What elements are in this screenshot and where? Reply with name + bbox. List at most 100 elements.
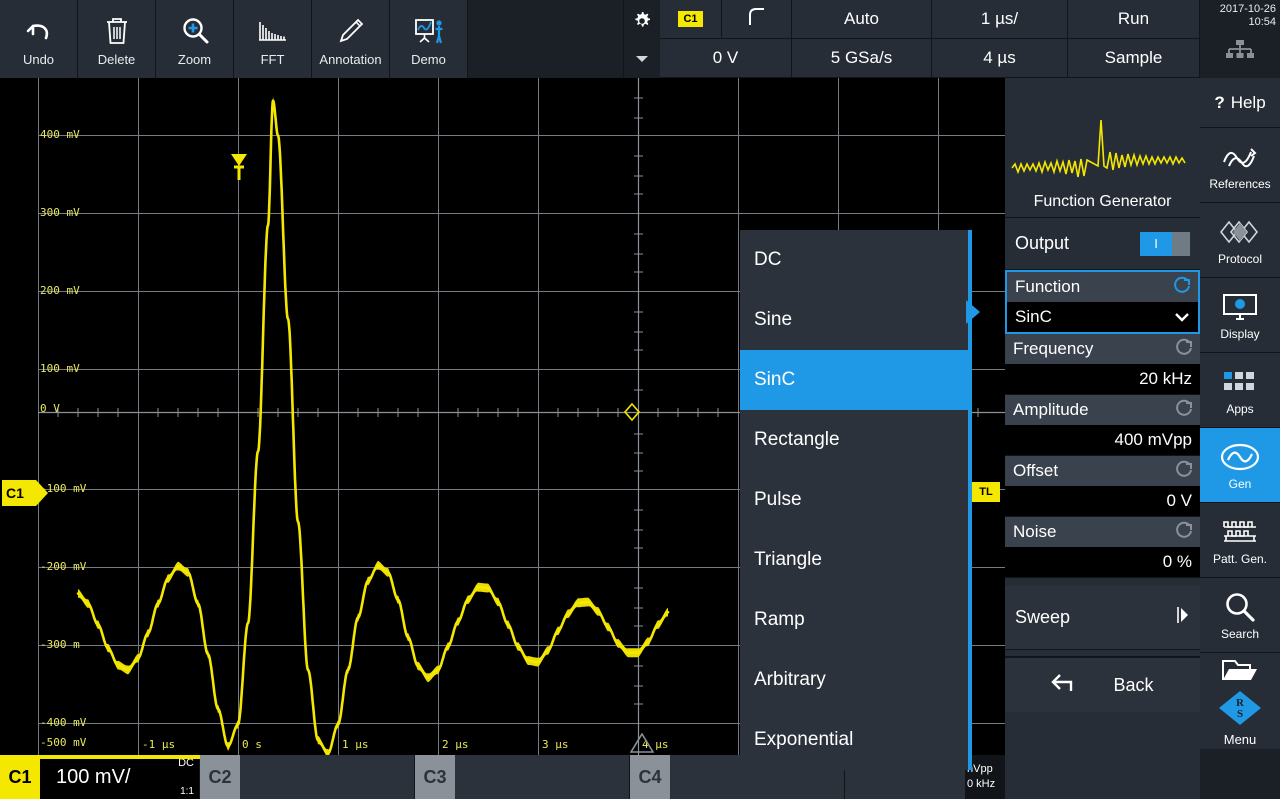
trigger-position-marker-bottom[interactable] xyxy=(629,732,655,753)
menu-label: Menu xyxy=(1223,731,1257,747)
question-mark-icon: ? xyxy=(1214,92,1225,112)
sidebar-item-protocol[interactable]: Protocol xyxy=(1200,203,1280,278)
trigger-position-marker-top[interactable] xyxy=(230,154,248,180)
channel-tag-c4[interactable]: C4 xyxy=(630,755,670,799)
zoom-button[interactable]: Zoom xyxy=(156,0,234,78)
reset-circular-arrow-icon[interactable] xyxy=(1174,520,1194,545)
acquisition-state-cell[interactable]: Run xyxy=(1068,0,1200,39)
offset-field[interactable]: Offset 0 V xyxy=(1005,456,1200,517)
time-text: 10:54 xyxy=(1248,16,1276,28)
magnifier-plus-icon xyxy=(180,12,210,50)
magnifier-icon xyxy=(1223,589,1257,625)
zoom-label: Zoom xyxy=(177,51,212,67)
time-label: -1 µs xyxy=(142,738,176,751)
record-time-cell[interactable]: 4 µs xyxy=(932,39,1068,78)
dropdown-pointer-icon xyxy=(966,300,980,324)
chevron-down-icon[interactable] xyxy=(635,50,649,68)
status-bar: C1 Auto 1 µs/ Run 0 V 5 GSa/s 4 µs Sampl… xyxy=(660,0,1280,78)
voltage-label: 0 V xyxy=(40,402,60,415)
dropdown-item-rectangle[interactable]: Rectangle xyxy=(740,410,968,470)
toolbar-empty-space xyxy=(468,0,624,78)
back-button[interactable]: Back xyxy=(1005,656,1200,712)
annotation-button[interactable]: Annotation xyxy=(312,0,390,78)
reset-circular-arrow-icon[interactable] xyxy=(1174,398,1194,423)
offset-field-value[interactable]: 0 V xyxy=(1005,486,1200,516)
trigger-slope-cell[interactable] xyxy=(722,0,792,39)
undo-label: Undo xyxy=(22,51,55,67)
dropdown-item-ramp[interactable]: Ramp xyxy=(740,590,968,650)
acquisition-mode-cell[interactable]: Sample xyxy=(1068,39,1200,78)
timebase-cell[interactable]: 1 µs/ xyxy=(932,0,1068,39)
help-button[interactable]: ? Help xyxy=(1200,78,1280,128)
function-dropdown-list[interactable]: DC Sine SinC Rectangle Pulse Triangle Ra… xyxy=(740,230,972,770)
voltage-label: -400 mV xyxy=(40,716,87,729)
reset-circular-arrow-icon[interactable] xyxy=(1174,337,1194,362)
menu-button[interactable]: RS Menu xyxy=(1200,653,1280,749)
sidebar-item-pattern-generator[interactable]: Patt. Gen. xyxy=(1200,503,1280,578)
amplitude-field[interactable]: Amplitude 400 mVpp xyxy=(1005,395,1200,456)
noise-field-value[interactable]: 0 % xyxy=(1005,547,1200,577)
date-text: 2017-10-26 xyxy=(1219,3,1276,15)
output-label: Output xyxy=(1015,233,1070,253)
amplitude-field-label: Amplitude xyxy=(1013,400,1089,419)
channel-tag-c3[interactable]: C3 xyxy=(415,755,455,799)
trigger-level-cell[interactable]: 0 V xyxy=(660,39,792,78)
sidebar-item-display[interactable]: Display xyxy=(1200,278,1280,353)
toolbar-settings-column[interactable] xyxy=(624,0,660,78)
sidebar-item-references[interactable]: References xyxy=(1200,128,1280,203)
dropdown-item-pulse[interactable]: Pulse xyxy=(740,470,968,530)
output-toggle-row[interactable]: Output I xyxy=(1005,218,1200,270)
reset-circular-arrow-icon[interactable] xyxy=(1172,275,1192,300)
sidebar-item-label: Protocol xyxy=(1217,252,1263,266)
status-channel-source[interactable]: C1 xyxy=(660,0,722,39)
frequency-field[interactable]: Frequency 20 kHz xyxy=(1005,334,1200,395)
sidebar-item-label: Apps xyxy=(1226,402,1254,416)
delete-button[interactable]: Delete xyxy=(78,0,156,78)
dropdown-item-triangle[interactable]: Triangle xyxy=(740,530,968,590)
function-field-value-row[interactable]: SinC xyxy=(1007,302,1198,332)
sidebar-item-search[interactable]: Search xyxy=(1200,578,1280,653)
network-icon[interactable] xyxy=(1225,39,1255,66)
sidebar-item-gen[interactable]: Gen xyxy=(1200,428,1280,503)
channel-offset-marker[interactable]: C1 xyxy=(2,480,48,506)
channel-tag-c1[interactable]: C1 xyxy=(0,755,40,799)
svg-text:S: S xyxy=(1237,708,1243,720)
rs-logo-icon: RS xyxy=(1217,689,1263,732)
generator-sine-circle-icon xyxy=(1218,439,1262,475)
spectrum-bars-icon xyxy=(257,12,289,50)
folder-open-icon[interactable] xyxy=(1220,656,1260,689)
generator-title: Function Generator xyxy=(1033,193,1172,210)
channel-settings-c1[interactable]: 100 mV/ DC 1:1 xyxy=(40,755,200,799)
output-toggle[interactable]: I xyxy=(1140,231,1190,256)
dropdown-item-sinc[interactable]: SinC xyxy=(740,350,968,410)
dropdown-item-arbitrary[interactable]: Arbitrary xyxy=(740,650,968,710)
dropdown-item-dc[interactable]: DC xyxy=(740,230,968,290)
sinc-waveform-icon xyxy=(1010,108,1195,193)
demo-button[interactable]: Demo xyxy=(390,0,468,78)
channel-settings-c3[interactable] xyxy=(455,755,630,799)
presentation-person-icon xyxy=(413,12,445,50)
channel-tag-c2[interactable]: C2 xyxy=(200,755,240,799)
reset-circular-arrow-icon[interactable] xyxy=(1174,459,1194,484)
sample-rate-cell[interactable]: 5 GSa/s xyxy=(792,39,932,78)
voltage-label: 400 mV xyxy=(40,128,80,141)
dropdown-item-sine[interactable]: Sine xyxy=(740,290,968,350)
sweep-submenu-item[interactable]: Sweep xyxy=(1005,586,1200,650)
gear-icon[interactable] xyxy=(632,11,652,36)
function-field[interactable]: Function SinC xyxy=(1005,270,1200,334)
trigger-mode-cell[interactable]: Auto xyxy=(792,0,932,39)
frequency-field-label-row: Frequency xyxy=(1005,334,1200,364)
chevron-down-icon[interactable] xyxy=(1174,307,1190,327)
noise-field[interactable]: Noise 0 % xyxy=(1005,517,1200,578)
sidebar-item-apps[interactable]: Apps xyxy=(1200,353,1280,428)
dropdown-item-exponential[interactable]: Exponential xyxy=(740,710,968,770)
amplitude-field-value[interactable]: 400 mVpp xyxy=(1005,425,1200,455)
edge-slope-icon xyxy=(747,6,767,33)
sidebar-item-label: Gen xyxy=(1228,477,1252,491)
noise-field-label-row: Noise xyxy=(1005,517,1200,547)
trigger-level-marker[interactable]: TL xyxy=(972,482,1000,502)
fft-button[interactable]: FFT xyxy=(234,0,312,78)
frequency-field-value[interactable]: 20 kHz xyxy=(1005,364,1200,394)
undo-button[interactable]: Undo xyxy=(0,0,78,78)
channel-settings-c2[interactable] xyxy=(240,755,415,799)
